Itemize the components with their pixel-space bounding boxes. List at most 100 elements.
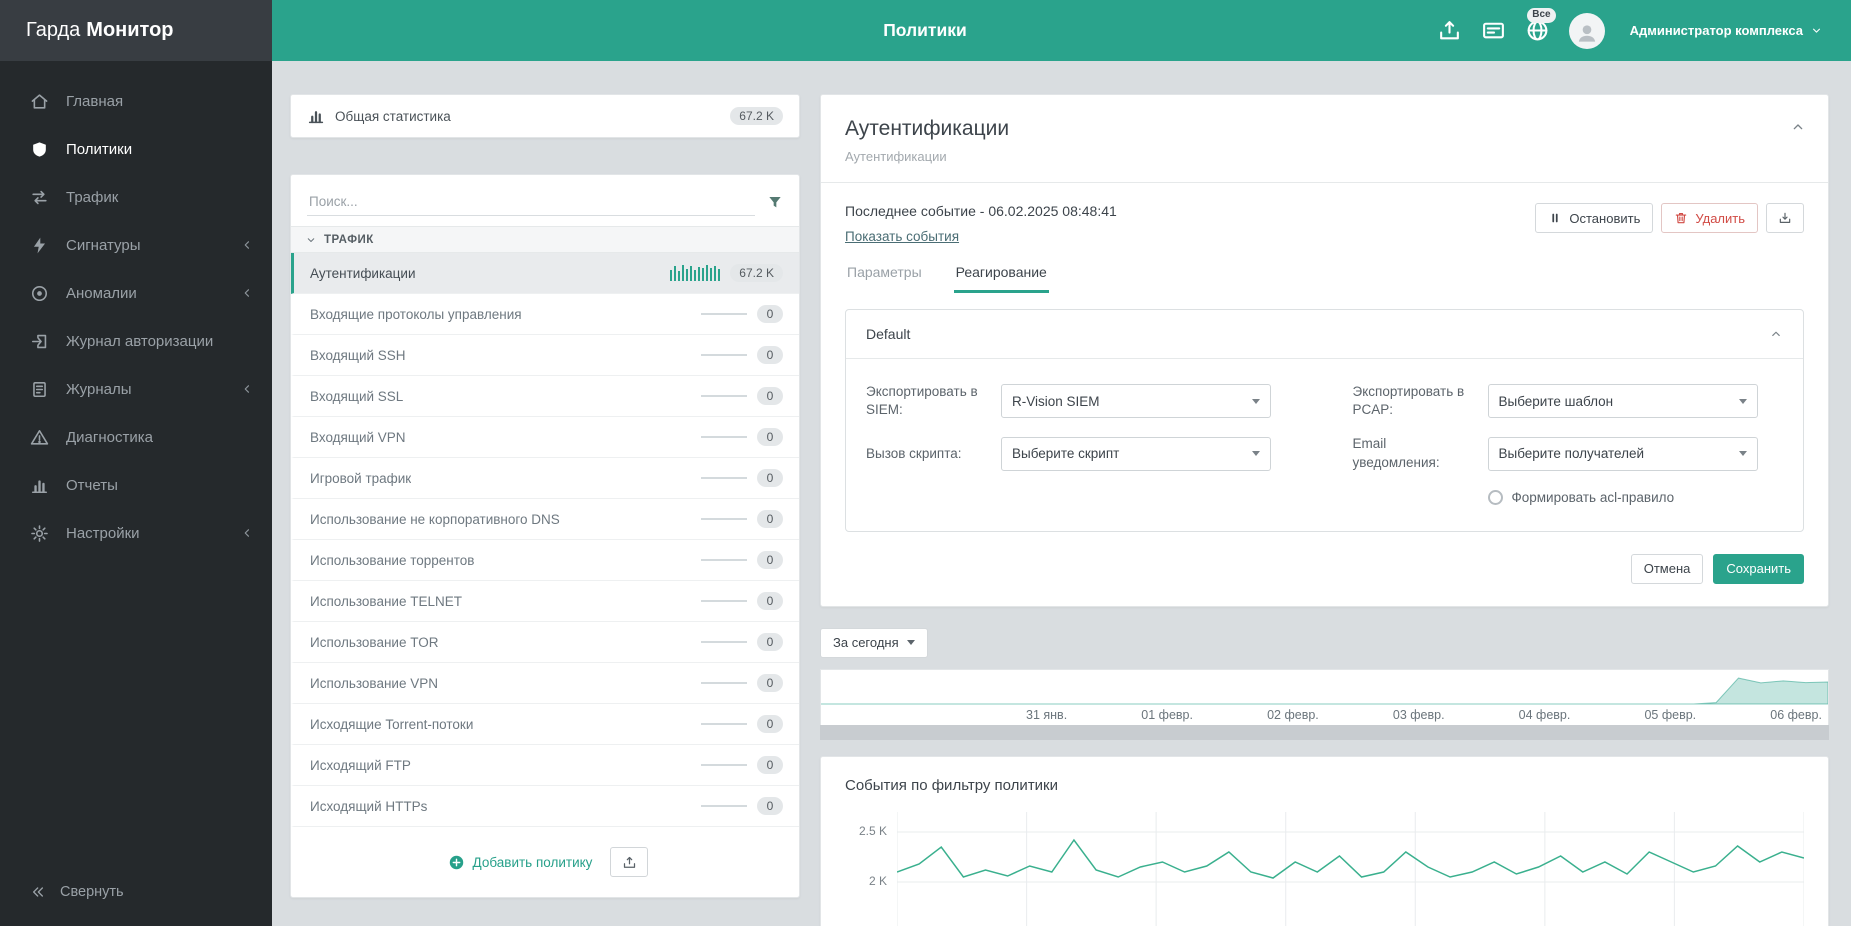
sidebar-item[interactable]: Журналы [0, 365, 272, 413]
policy-row[interactable]: Использование TELNET 0 [291, 581, 799, 622]
y-axis-tick: 2.5 K [858, 823, 887, 838]
policy-row[interactable]: Входящие протоколы управления 0 [291, 294, 799, 335]
search-input[interactable] [307, 188, 755, 216]
timeline-date-label: 04 февр. [1518, 707, 1571, 722]
row-flatline [701, 313, 747, 315]
show-events-link[interactable]: Показать события [845, 229, 959, 244]
cancel-button[interactable]: Отмена [1630, 553, 1704, 584]
upload-button[interactable] [1437, 18, 1462, 43]
policy-row[interactable]: Использование торрентов 0 [291, 540, 799, 581]
acl-radio[interactable] [1487, 489, 1503, 505]
reaction-field: Экспортировать в SIEM: R-Vision SIEM [866, 383, 1297, 419]
caret-down-icon [1252, 451, 1260, 457]
delete-button[interactable]: Удалить [1661, 203, 1758, 233]
scope-badge: Все [1527, 8, 1556, 23]
policy-row[interactable]: Использование не корпоративного DNS 0 [291, 499, 799, 540]
stop-button[interactable]: Остановить [1535, 203, 1654, 233]
sidebar-item[interactable]: Сигнатуры [0, 221, 272, 269]
timeline-date-label: 03 февр. [1392, 707, 1445, 722]
sidebar-item[interactable]: Политики [0, 125, 272, 173]
sidebar-item[interactable]: Журнал авторизации [0, 317, 272, 365]
sidebar-item[interactable]: Отчеты [0, 461, 272, 509]
login-icon [30, 332, 49, 351]
tab[interactable]: Параметры [845, 252, 924, 293]
import-policy-button[interactable] [610, 847, 649, 877]
sidebar-item[interactable]: Трафик [0, 173, 272, 221]
scope-button[interactable]: Все [1525, 8, 1556, 46]
main-content: Общая статистика 67.2 K ТРАФИК Аутентифи… [272, 61, 1851, 926]
tab[interactable]: Реагирование [953, 252, 1049, 293]
chevron-left-icon [240, 382, 254, 396]
caret-down-icon [1738, 398, 1747, 404]
sidebar-nav: Главная Политики Трафик Сигнатуры Аномал… [0, 77, 272, 557]
app-window: Гарда Монитор Политики Все Администратор… [0, 0, 1851, 926]
last-event-row: Последнее событие - 06.02.2025 08:48:41 … [821, 183, 1828, 248]
caret-down-icon [906, 640, 915, 646]
policy-count-badge: 0 [757, 305, 783, 323]
select-dropdown[interactable]: Выберите получателей [1487, 436, 1758, 471]
sidebar-item[interactable]: Диагностика [0, 413, 272, 461]
row-flatline [701, 354, 747, 356]
policy-row[interactable]: Игровой трафик 0 [291, 458, 799, 499]
save-button[interactable]: Сохранить [1713, 553, 1804, 584]
top-header: Политики Все Администратор комплекса [272, 0, 1851, 61]
chevron-left-icon [240, 526, 254, 540]
policy-count-badge: 67.2 K [730, 264, 783, 282]
policy-row[interactable]: Исходящие Torrent-потоки 0 [291, 704, 799, 745]
policy-count-badge: 0 [757, 428, 783, 446]
sidebar-item[interactable]: Аномалии [0, 269, 272, 317]
traffic-group-header[interactable]: ТРАФИК [291, 226, 799, 253]
export-button[interactable] [1766, 203, 1804, 233]
policy-row[interactable]: Входящий SSL 0 [291, 376, 799, 417]
reaction-fields: Экспортировать в SIEM: R-Vision SIEM Экс… [866, 383, 1783, 505]
brand-regular: Гарда [26, 19, 81, 41]
events-chart-card: События по фильтру политики 2.5 K 2 K [820, 755, 1829, 926]
pause-icon [1548, 211, 1562, 225]
policy-row[interactable]: Исходящий HTTPs 0 [291, 786, 799, 827]
double-chevron-left-icon [30, 884, 46, 900]
policy-row[interactable]: Входящий SSH 0 [291, 335, 799, 376]
row-flatline [701, 395, 747, 397]
sidebar-item[interactable]: Главная [0, 77, 272, 125]
policies-column: Общая статистика 67.2 K ТРАФИК Аутентифи… [290, 94, 800, 898]
select-dropdown[interactable]: R-Vision SIEM [1001, 384, 1271, 419]
timeline-date-label: 01 февр. [1141, 707, 1193, 722]
detail-title: Аутентификации [845, 117, 1010, 140]
stats-count-badge: 67.2 K [730, 107, 783, 125]
row-flatline [701, 436, 747, 438]
chevron-up-icon[interactable] [1790, 119, 1806, 135]
policy-row[interactable]: Исходящий FTP 0 [291, 745, 799, 786]
events-line-chart [897, 812, 1804, 926]
chevron-up-icon[interactable] [1769, 327, 1783, 341]
select-dropdown[interactable]: Выберите шаблон [1487, 384, 1758, 419]
timeline-scrollbar[interactable] [820, 724, 1829, 740]
policy-row[interactable]: Использование VPN 0 [291, 663, 799, 704]
chevron-left-icon [240, 238, 254, 252]
policy-row[interactable]: Аутентификации 67.2 K [291, 253, 799, 294]
globe-icon [1525, 20, 1550, 46]
filter-icon[interactable] [767, 194, 783, 210]
timeline-overview[interactable]: 31 янв. 01 февр. 02 февр. 03 февр. 04 фе… [820, 668, 1829, 725]
user-menu-button[interactable]: Администратор комплекса [1624, 22, 1829, 39]
acl-radio-row[interactable]: Формировать acl-правило [1353, 489, 1784, 505]
y-axis: 2.5 K 2 K [845, 812, 897, 926]
sidebar-item[interactable]: Настройки [0, 509, 272, 557]
detail-header: Аутентификации Аутентификации [821, 95, 1828, 182]
timeline-date-label: 02 февр. [1267, 707, 1319, 722]
row-flatline [701, 477, 747, 479]
detail-footer-actions: Отмена Сохранить [821, 532, 1828, 606]
tray-up-icon [622, 855, 637, 870]
policy-row[interactable]: Использование TOR 0 [291, 622, 799, 663]
time-range-button[interactable]: За сегодня [820, 627, 928, 658]
select-dropdown[interactable]: Выберите скрипт [1001, 436, 1271, 471]
overall-stats-card[interactable]: Общая статистика 67.2 K [290, 94, 800, 138]
add-policy-button[interactable]: Добавить политику [442, 853, 599, 872]
policy-row[interactable]: Входящий VPN 0 [291, 417, 799, 458]
events-chart-title: События по фильтру политики [845, 776, 1059, 794]
gear-icon [30, 524, 49, 543]
collapse-sidebar-button[interactable]: Свернуть [0, 874, 272, 910]
timeline-date-label: 31 янв. [1026, 707, 1068, 722]
chevron-down-icon [305, 234, 317, 246]
avatar[interactable] [1568, 12, 1605, 49]
events-panel-button[interactable] [1481, 18, 1506, 43]
